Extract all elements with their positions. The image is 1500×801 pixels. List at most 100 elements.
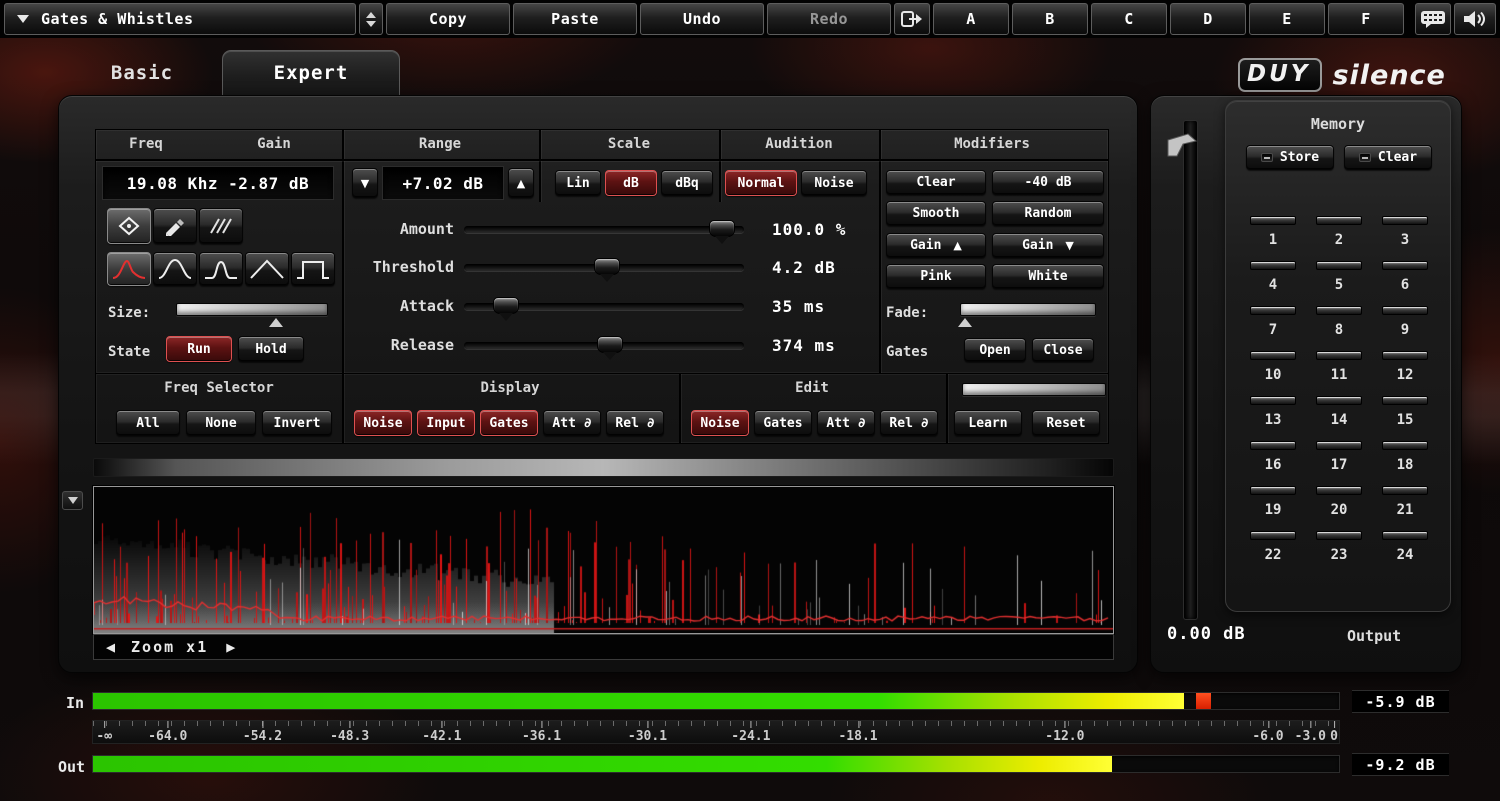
edit-noise-button[interactable]: Noise [691, 410, 749, 436]
tab-expert[interactable]: Expert [222, 50, 400, 95]
memory-slot-button[interactable] [1250, 261, 1296, 270]
memory-store-button[interactable]: Store [1246, 145, 1334, 170]
amount-slider-handle[interactable] [709, 220, 735, 237]
memory-slot-button[interactable] [1316, 351, 1362, 360]
pencil-tool-button[interactable] [153, 208, 197, 244]
curve-peak-button[interactable] [107, 252, 151, 286]
output-gain-handle[interactable] [1166, 132, 1198, 162]
modifier-smooth-button[interactable]: Smooth [886, 201, 986, 226]
curve-square-button[interactable] [291, 252, 335, 286]
memory-slot-button[interactable] [1382, 351, 1428, 360]
threshold-slider-handle[interactable] [594, 258, 620, 275]
copy-button[interactable]: Copy [386, 3, 510, 35]
amount-slider[interactable] [464, 226, 744, 233]
memory-slot-button[interactable] [1250, 396, 1296, 405]
zoom-out-button[interactable]: ◀ [106, 638, 115, 656]
memory-slot-button[interactable] [1382, 441, 1428, 450]
gates-close-button[interactable]: Close [1032, 338, 1094, 362]
memory-slot-button[interactable] [1250, 306, 1296, 315]
display-input-button[interactable]: Input [417, 410, 475, 436]
memory-slot-button[interactable] [1382, 216, 1428, 225]
curve-triangle-button[interactable] [245, 252, 289, 286]
undo-button[interactable]: Undo [640, 3, 764, 35]
memory-slot-button[interactable] [1382, 306, 1428, 315]
select-none-button[interactable]: None [186, 410, 256, 436]
bank-e-button[interactable]: E [1249, 3, 1325, 35]
memory-slot-button[interactable] [1250, 486, 1296, 495]
edit-rel-button[interactable]: Rel ∂ [880, 410, 938, 436]
preset-stepper[interactable] [359, 3, 383, 35]
export-preset-button[interactable] [894, 3, 930, 35]
output-gain-slider[interactable] [1183, 120, 1198, 620]
size-slider-pointer[interactable] [269, 318, 283, 327]
node-tool-button[interactable] [107, 208, 151, 244]
spectrum-display[interactable] [93, 486, 1114, 634]
paste-button[interactable]: Paste [513, 3, 637, 35]
overview-scrollbar[interactable] [93, 458, 1114, 477]
curve-narrow-bell-button[interactable] [199, 252, 243, 286]
display-rel-button[interactable]: Rel ∂ [606, 410, 664, 436]
range-up-button[interactable]: ▲ [508, 168, 534, 198]
reset-button[interactable]: Reset [1032, 410, 1100, 436]
scale-db-button[interactable]: dB [605, 170, 657, 196]
step-up-icon[interactable] [366, 12, 376, 18]
memory-slot-button[interactable] [1250, 351, 1296, 360]
memory-slot-button[interactable] [1382, 486, 1428, 495]
modifier-gain-up-button[interactable]: Gain ▲ [886, 233, 986, 258]
tab-basic[interactable]: Basic [62, 50, 222, 95]
memory-slot-button[interactable] [1316, 441, 1362, 450]
redo-button[interactable]: Redo [767, 3, 891, 35]
fade-slider-pointer[interactable] [958, 318, 972, 327]
preset-selector[interactable]: Gates & Whistles [4, 3, 356, 35]
audio-monitor-button[interactable] [1454, 3, 1496, 35]
bank-f-button[interactable]: F [1328, 3, 1404, 35]
hatch-tool-button[interactable] [199, 208, 243, 244]
state-run-button[interactable]: Run [166, 336, 232, 362]
memory-slot-button[interactable] [1316, 216, 1362, 225]
spectrum-canvas[interactable] [94, 487, 1113, 633]
gates-open-button[interactable]: Open [964, 338, 1026, 362]
zoom-in-button[interactable]: ▶ [226, 638, 235, 656]
memory-slot-button[interactable] [1382, 531, 1428, 540]
memory-clear-button[interactable]: Clear [1344, 145, 1432, 170]
memory-slot-button[interactable] [1250, 216, 1296, 225]
state-hold-button[interactable]: Hold [238, 336, 304, 362]
spectrum-marker-handle[interactable] [62, 491, 83, 510]
modifier-clear-button[interactable]: Clear [886, 170, 986, 195]
attack-slider[interactable] [464, 303, 744, 310]
bank-d-button[interactable]: D [1170, 3, 1246, 35]
memory-slot-button[interactable] [1382, 396, 1428, 405]
modifier-random-button[interactable]: Random [992, 201, 1104, 226]
modifier-white-button[interactable]: White [992, 264, 1104, 289]
select-all-button[interactable]: All [116, 410, 180, 436]
memory-slot-button[interactable] [1250, 531, 1296, 540]
modifier-minus40-button[interactable]: -40 dB [992, 170, 1104, 195]
range-down-button[interactable]: ▼ [352, 168, 378, 198]
memory-slot-button[interactable] [1382, 261, 1428, 270]
curve-bell-button[interactable] [153, 252, 197, 286]
edit-gates-button[interactable]: Gates [754, 410, 812, 436]
threshold-slider[interactable] [464, 264, 744, 271]
size-slider[interactable] [176, 303, 328, 316]
scale-dbq-button[interactable]: dBq [661, 170, 713, 196]
memory-slot-button[interactable] [1316, 531, 1362, 540]
scale-lin-button[interactable]: Lin [555, 170, 601, 196]
display-noise-button[interactable]: Noise [354, 410, 412, 436]
bank-b-button[interactable]: B [1012, 3, 1088, 35]
modifier-pink-button[interactable]: Pink [886, 264, 986, 289]
step-down-icon[interactable] [366, 21, 376, 27]
edit-att-button[interactable]: Att ∂ [817, 410, 875, 436]
fade-slider[interactable] [960, 303, 1096, 316]
attack-slider-handle[interactable] [493, 297, 519, 314]
keyboard-button[interactable] [1415, 3, 1451, 35]
audition-noise-button[interactable]: Noise [801, 170, 867, 196]
memory-slot-button[interactable] [1316, 486, 1362, 495]
modifier-gain-down-button[interactable]: Gain ▼ [992, 233, 1104, 258]
memory-slot-button[interactable] [1316, 396, 1362, 405]
memory-slot-button[interactable] [1250, 441, 1296, 450]
memory-slot-button[interactable] [1316, 306, 1362, 315]
audition-normal-button[interactable]: Normal [725, 170, 797, 196]
memory-slot-button[interactable] [1316, 261, 1362, 270]
display-gates-button[interactable]: Gates [480, 410, 538, 436]
bank-a-button[interactable]: A [933, 3, 1009, 35]
